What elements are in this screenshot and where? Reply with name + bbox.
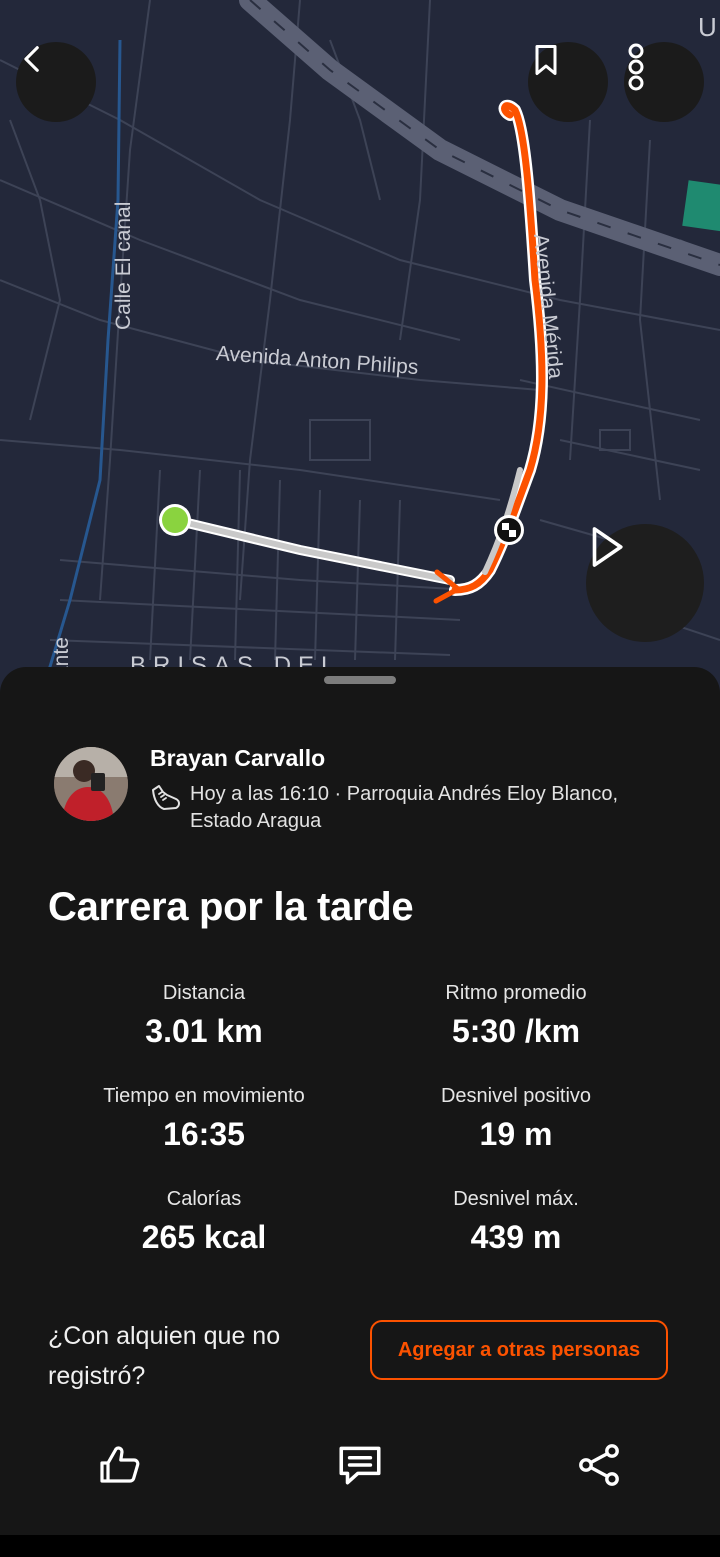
stat-avg-pace: Ritmo promedio 5:30 /km [356, 982, 676, 1050]
activity-date-location: Hoy a las 16:10 · Parroquia Andrés Eloy … [190, 783, 619, 832]
running-shoe-icon [152, 785, 180, 810]
stat-calories: Calorías 265 kcal [44, 1188, 364, 1256]
stat-value: 3.01 km [145, 1013, 263, 1049]
stat-max-elevation: Desnivel máx. 439 m [356, 1188, 676, 1256]
activity-title: Carrera por la tarde [48, 885, 414, 929]
bookmark-button[interactable] [528, 42, 608, 122]
sheet-drag-handle[interactable] [324, 676, 396, 684]
kudos-button[interactable] [90, 1435, 150, 1495]
stat-value: 265 kcal [141, 1219, 267, 1255]
stat-label: Desnivel máx. [453, 1188, 579, 1210]
share-button[interactable] [570, 1435, 630, 1495]
stat-label: Desnivel positivo [440, 1085, 592, 1107]
athlete-name[interactable]: Brayan Carvallo [150, 745, 325, 772]
more-vertical-icon [628, 43, 644, 91]
stat-label: Calorías [166, 1188, 242, 1210]
stat-value: 19 m [479, 1116, 553, 1152]
share-icon [579, 1444, 619, 1486]
more-options-button[interactable] [624, 42, 704, 122]
play-icon [592, 527, 623, 567]
activity-sheet: Brayan Carvallo Hoy a las 16:10 · Parroq… [0, 667, 720, 1557]
street-label-calle-el-canal: Calle El canal [112, 201, 135, 330]
comment-button[interactable] [330, 1435, 390, 1495]
stat-moving-time: Tiempo en movimiento 16:35 [44, 1085, 364, 1153]
add-others-prompt: ¿Con alquien que no registró? [48, 1322, 281, 1390]
bookmark-icon [535, 45, 557, 75]
system-navigation-bar [0, 1535, 720, 1557]
stat-label: Tiempo en movimiento [103, 1085, 305, 1107]
stat-distance: Distancia 3.01 km [44, 982, 364, 1050]
map-label-edge: U [698, 12, 717, 42]
play-flyover-button[interactable] [586, 524, 704, 642]
route-map[interactable]: Calle El canal Avenida Anton Philips Ave… [0, 0, 720, 700]
add-others-button[interactable]: Agregar a otras personas [370, 1320, 668, 1380]
thumbs-up-icon [100, 1446, 140, 1483]
start-marker [159, 504, 191, 536]
profile-photo [54, 747, 128, 821]
chevron-left-icon [24, 46, 39, 72]
back-button[interactable] [16, 42, 96, 122]
finish-marker [494, 515, 524, 545]
stat-value: 16:35 [163, 1116, 245, 1152]
stat-value: 5:30 /km [451, 1013, 581, 1049]
stat-elevation-gain: Desnivel positivo 19 m [356, 1085, 676, 1153]
avatar[interactable] [54, 747, 128, 821]
stat-value: 439 m [470, 1219, 562, 1255]
comment-icon [339, 1446, 381, 1485]
stat-label: Ritmo promedio [445, 982, 587, 1004]
stat-label: Distancia [162, 982, 246, 1004]
